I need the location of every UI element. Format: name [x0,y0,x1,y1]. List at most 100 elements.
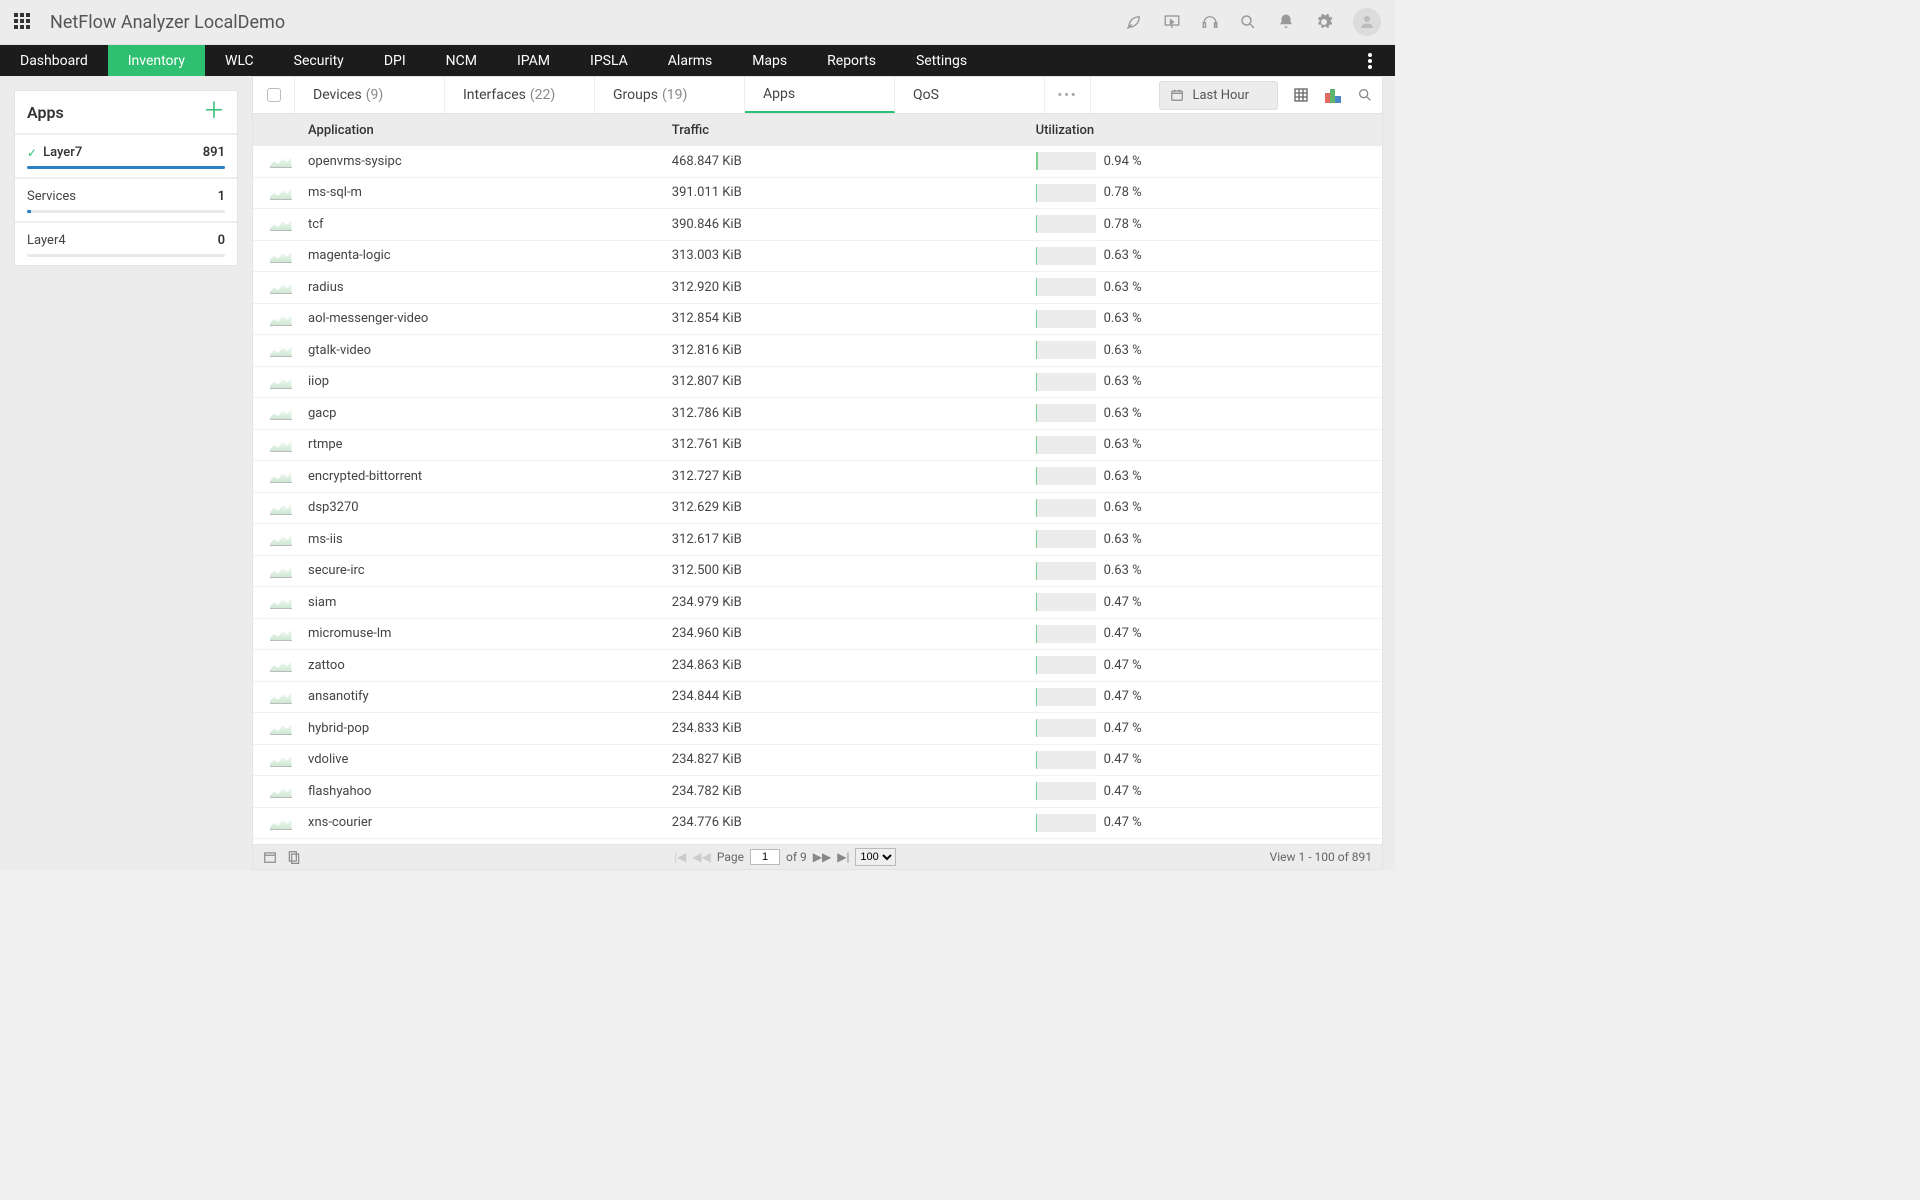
sparkline-icon[interactable] [270,154,292,168]
table-row[interactable]: rtmpe312.761 KiB0.63 % [253,430,1382,462]
pager-prev-icon[interactable]: ◀◀ [692,850,710,864]
table-row[interactable]: secure-irc312.500 KiB0.63 % [253,556,1382,588]
subtabs-more-icon[interactable]: ••• [1045,77,1091,113]
sidebar-item-layer7[interactable]: ✓Layer7891 [15,134,237,166]
nav-tab-settings[interactable]: Settings [896,45,987,76]
nav-tab-wlc[interactable]: WLC [205,45,274,76]
column-utilization[interactable]: Utilization [1036,123,1382,138]
subtab-interfaces[interactable]: Interfaces (22) [445,77,595,113]
nav-tab-ncm[interactable]: NCM [426,45,497,76]
column-traffic[interactable]: Traffic [672,123,1036,138]
table-body[interactable]: openvms-sysipc468.847 KiB0.94 %ms-sql-m3… [252,146,1383,844]
table-row[interactable]: encrypted-bittorrent312.727 KiB0.63 % [253,461,1382,493]
table-row[interactable]: vdolive234.827 KiB0.47 % [253,745,1382,777]
sparkline-icon[interactable] [270,532,292,546]
search-table-icon[interactable] [1356,86,1374,104]
table-row[interactable]: xns-courier234.776 KiB0.47 % [253,808,1382,840]
table-row[interactable]: gacp312.786 KiB0.63 % [253,398,1382,430]
nav-tab-dashboard[interactable]: Dashboard [0,45,108,76]
search-icon[interactable] [1239,13,1257,31]
sparkline-icon[interactable] [270,501,292,515]
pager-next-icon[interactable]: ▶▶ [813,850,831,864]
table-row[interactable]: flashyahoo234.782 KiB0.47 % [253,776,1382,808]
sidebar-item-services[interactable]: Services1 [15,178,237,210]
nav-tab-ipam[interactable]: IPAM [497,45,570,76]
presentation-icon[interactable] [1163,13,1181,31]
nav-tab-ipsla[interactable]: IPSLA [570,45,648,76]
table-row[interactable]: hybrid-pop234.833 KiB0.47 % [253,713,1382,745]
pager-first-icon[interactable]: |◀ [674,850,686,864]
bell-icon[interactable] [1277,13,1295,31]
pager-page-input[interactable] [750,849,780,865]
cell-application: zattoo [308,658,672,673]
sparkline-icon[interactable] [270,249,292,263]
sparkline-icon[interactable] [270,186,292,200]
sidebar-item-layer4[interactable]: Layer40 [15,222,237,254]
table-row[interactable]: iiop312.807 KiB0.63 % [253,367,1382,399]
add-app-button[interactable]: ＋ [203,101,225,123]
sparkline-icon[interactable] [270,438,292,452]
sparkline-icon[interactable] [270,595,292,609]
table-row[interactable]: aol-messenger-video312.854 KiB0.63 % [253,304,1382,336]
cell-application: gtalk-video [308,343,672,358]
sparkline-icon[interactable] [270,690,292,704]
sparkline-icon[interactable] [270,721,292,735]
nav-tab-inventory[interactable]: Inventory [108,45,205,76]
nav-tab-maps[interactable]: Maps [732,45,807,76]
subtab-qos[interactable]: QoS [895,77,1045,113]
sparkline-icon[interactable] [270,658,292,672]
calendar-icon [1170,88,1184,102]
sparkline-icon[interactable] [270,816,292,830]
nav-tab-alarms[interactable]: Alarms [648,45,732,76]
table-row[interactable]: dsp3270312.629 KiB0.63 % [253,493,1382,525]
table-row[interactable]: siam234.979 KiB0.47 % [253,587,1382,619]
table-row[interactable]: tcf390.846 KiB0.78 % [253,209,1382,241]
sparkline-icon[interactable] [270,312,292,326]
sidebar-item-count: 1 [218,189,225,204]
table-row[interactable]: micromuse-lm234.960 KiB0.47 % [253,619,1382,651]
footer-calendar-icon[interactable] [263,850,277,864]
nav-tab-reports[interactable]: Reports [807,45,896,76]
utilization-value: 0.63 % [1104,406,1142,421]
chart-view-icon[interactable] [1324,86,1342,104]
column-application[interactable]: Application [308,123,672,138]
table-row[interactable]: ms-iis312.617 KiB0.63 % [253,524,1382,556]
sparkline-icon[interactable] [270,469,292,483]
nav-more-icon[interactable] [1355,45,1385,76]
sparkline-icon[interactable] [270,753,292,767]
sparkline-icon[interactable] [270,343,292,357]
footer-export-icon[interactable] [287,850,301,864]
sparkline-icon[interactable] [270,217,292,231]
table-row[interactable]: ms-sql-m391.011 KiB0.78 % [253,178,1382,210]
select-all-checkbox[interactable] [267,88,281,102]
pager-size-select[interactable]: 100 [855,848,896,866]
table-row[interactable]: magenta-logic313.003 KiB0.63 % [253,241,1382,273]
nav-tab-dpi[interactable]: DPI [364,45,426,76]
table-row[interactable]: zattoo234.863 KiB0.47 % [253,650,1382,682]
sparkline-icon[interactable] [270,564,292,578]
subtab-devices[interactable]: Devices (9) [295,77,445,113]
table-row[interactable]: openvms-sysipc468.847 KiB0.94 % [253,146,1382,178]
sparkline-icon[interactable] [270,375,292,389]
time-range-selector[interactable]: Last Hour [1159,81,1278,110]
sparkline-icon[interactable] [270,406,292,420]
table-view-icon[interactable] [1292,86,1310,104]
sparkline-icon[interactable] [270,280,292,294]
apps-grid-icon[interactable] [14,13,32,31]
sparkline-icon[interactable] [270,627,292,641]
sparkline-icon[interactable] [270,784,292,798]
cell-application: aol-messenger-video [308,311,672,326]
table-row[interactable]: ansanotify234.844 KiB0.47 % [253,682,1382,714]
rocket-icon[interactable] [1125,13,1143,31]
pager-last-icon[interactable]: ▶| [837,850,849,864]
headset-icon[interactable] [1201,13,1219,31]
subtab-groups[interactable]: Groups (19) [595,77,745,113]
table-row[interactable]: radius312.920 KiB0.63 % [253,272,1382,304]
cell-utilization: 0.63 % [1036,247,1382,265]
nav-tab-security[interactable]: Security [274,45,364,76]
user-avatar[interactable] [1353,8,1381,36]
subtab-apps[interactable]: Apps [745,77,895,113]
table-row[interactable]: gtalk-video312.816 KiB0.63 % [253,335,1382,367]
cell-utilization: 0.63 % [1036,373,1382,391]
gear-icon[interactable] [1315,13,1333,31]
